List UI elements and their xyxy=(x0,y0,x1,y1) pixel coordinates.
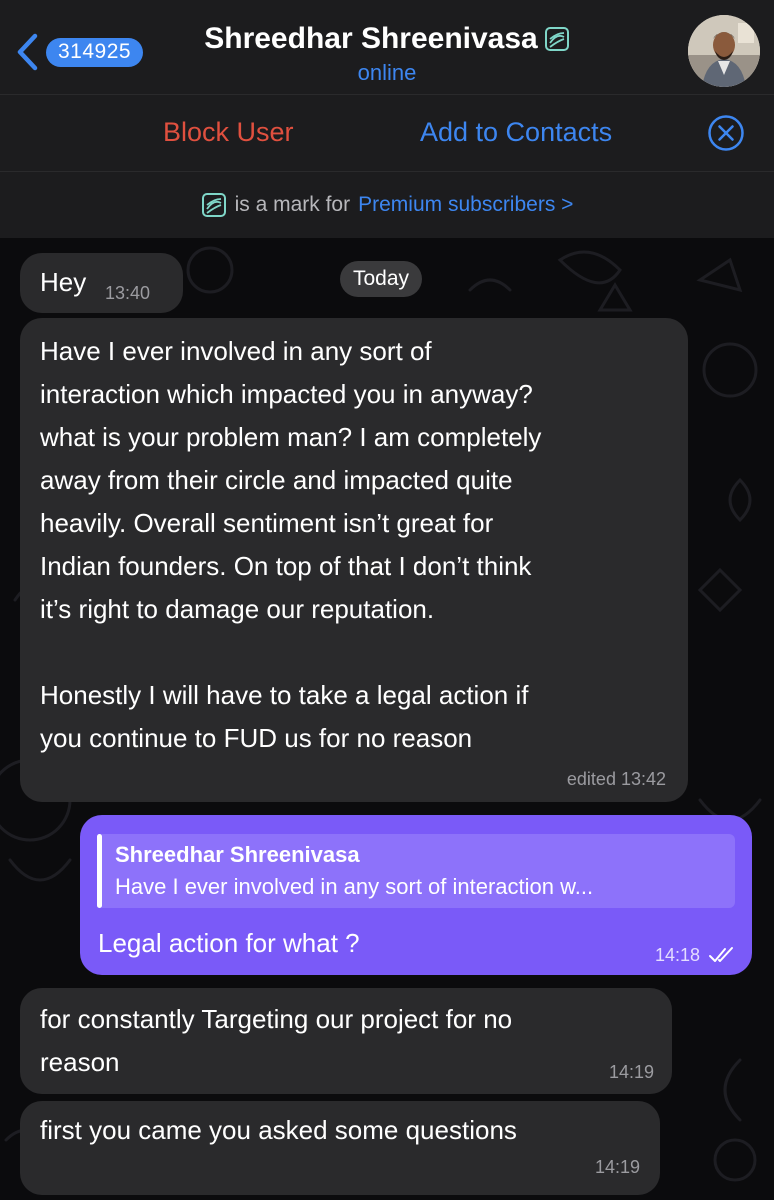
message-text: for constantly Targeting our project for… xyxy=(40,1004,513,1077)
reply-quote-name: Shreedhar Shreenivasa xyxy=(115,842,360,867)
message-text: Have I ever involved in any sort of inte… xyxy=(40,336,542,753)
message-text: Hey xyxy=(40,267,87,297)
contact-action-bar: Block User Add to Contacts xyxy=(0,95,774,172)
message-bubble-incoming[interactable]: Have I ever involved in any sort of inte… xyxy=(20,318,688,802)
premium-badge-icon xyxy=(201,193,226,217)
contact-status: online xyxy=(357,60,417,85)
reply-quote[interactable]: Shreedhar Shreenivasa Have I ever involv… xyxy=(97,834,735,908)
reply-quote-bar xyxy=(97,834,102,908)
add-to-contacts-button[interactable]: Add to Contacts xyxy=(420,117,612,148)
premium-notice-text: is a mark for xyxy=(234,193,351,216)
message-bubble-incoming[interactable]: Hey 13:40 xyxy=(20,253,183,313)
avatar-photo xyxy=(688,15,760,87)
message-text: first you came you asked some questions xyxy=(40,1115,517,1145)
close-icon[interactable] xyxy=(707,114,745,152)
message-time: edited 13:42 xyxy=(566,769,666,789)
chat-header: 314925 Shreedhar Shreenivasa online xyxy=(0,0,774,95)
premium-subscribers-link[interactable]: Premium subscribers > xyxy=(358,193,573,217)
message-bubble-incoming[interactable]: first you came you asked some questions … xyxy=(20,1101,660,1195)
contact-name: Shreedhar Shreenivasa xyxy=(204,22,538,55)
block-user-button[interactable]: Block User xyxy=(163,117,294,148)
premium-badge-icon xyxy=(544,27,569,51)
chat-title-area[interactable]: Shreedhar Shreenivasa online xyxy=(170,22,604,86)
message-time: 14:19 xyxy=(594,1157,640,1177)
message-bubble-incoming[interactable]: for constantly Targeting our project for… xyxy=(20,988,672,1094)
message-text: Legal action for what ? xyxy=(98,928,360,958)
message-time: 14:19 xyxy=(608,1062,654,1082)
date-separator: Today xyxy=(340,261,423,297)
reply-quote-snippet: Have I ever involved in any sort of inte… xyxy=(115,874,594,899)
chevron-left-icon xyxy=(17,33,38,71)
premium-notice: is a mark for Premium subscribers > xyxy=(0,172,774,238)
avatar[interactable] xyxy=(688,15,760,87)
unread-count-badge: 314925 xyxy=(46,37,144,67)
message-time: 13:40 xyxy=(105,283,151,303)
back-button[interactable]: 314925 xyxy=(14,32,144,72)
message-time: 14:18 xyxy=(655,945,701,965)
double-check-icon xyxy=(709,947,733,962)
